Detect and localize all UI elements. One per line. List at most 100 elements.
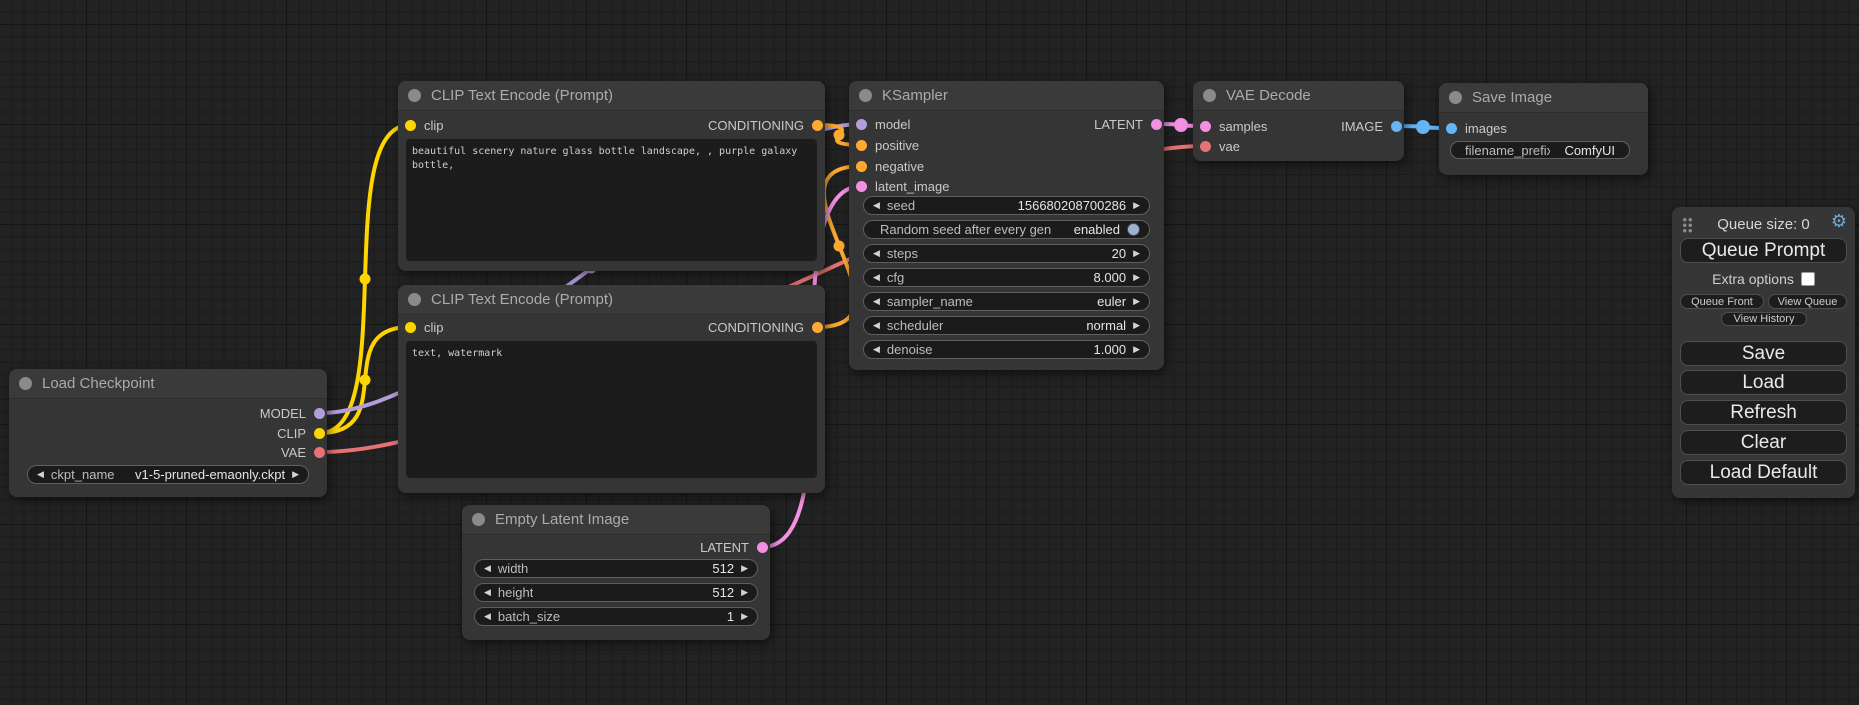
node-save-image[interactable]: Save Image images filename_prefix ComfyU… xyxy=(1439,83,1648,175)
extra-options-checkbox[interactable] xyxy=(1801,272,1815,286)
gear-icon[interactable]: ⚙ xyxy=(1831,212,1847,230)
clear-button[interactable]: Clear xyxy=(1680,430,1847,455)
collapse-dot-icon[interactable] xyxy=(1449,91,1462,104)
prev-arrow-icon[interactable]: ◀ xyxy=(873,272,880,283)
vae-port[interactable] xyxy=(1200,141,1211,152)
view-history-button[interactable]: View History xyxy=(1721,312,1807,326)
conditioning-port[interactable] xyxy=(812,322,823,333)
sampler-name-widget[interactable]: ◀ sampler_name euler ▶ xyxy=(863,292,1150,311)
next-arrow-icon[interactable]: ▶ xyxy=(292,469,299,480)
denoise-widget[interactable]: ◀ denoise 1.000 ▶ xyxy=(863,340,1150,359)
filename-prefix-widget[interactable]: filename_prefix ComfyUI xyxy=(1450,141,1630,159)
toggle-icon[interactable] xyxy=(1127,223,1140,236)
latent-port[interactable] xyxy=(1151,119,1162,130)
next-arrow-icon[interactable]: ▶ xyxy=(741,563,748,574)
next-arrow-icon[interactable]: ▶ xyxy=(1133,200,1140,211)
prev-arrow-icon[interactable]: ◀ xyxy=(484,587,491,598)
node-clip-text-encode-negative[interactable]: CLIP Text Encode (Prompt) clip CONDITION… xyxy=(398,285,825,493)
conditioning-port[interactable] xyxy=(856,140,867,151)
node-ksampler[interactable]: KSampler model positive negative latent_… xyxy=(849,81,1164,370)
clip-port[interactable] xyxy=(405,120,416,131)
random-seed-widget[interactable]: Random seed after every gen enabled xyxy=(863,220,1150,239)
prev-arrow-icon[interactable]: ◀ xyxy=(873,200,880,211)
scheduler-widget[interactable]: ◀ scheduler normal ▶ xyxy=(863,316,1150,335)
latent-port[interactable] xyxy=(1200,121,1211,132)
node-header[interactable]: KSampler xyxy=(849,81,1164,111)
output-clip: CLIP xyxy=(277,425,325,441)
input-images: images xyxy=(1446,120,1507,136)
view-queue-button[interactable]: View Queue xyxy=(1768,294,1847,309)
cfg-widget[interactable]: ◀ cfg 8.000 ▶ xyxy=(863,268,1150,287)
node-header[interactable]: Save Image xyxy=(1439,83,1648,113)
queue-panel[interactable]: Queue size: 0 ⚙ Queue Prompt Extra optio… xyxy=(1672,207,1855,498)
save-button[interactable]: Save xyxy=(1680,341,1847,366)
next-arrow-icon[interactable]: ▶ xyxy=(741,611,748,622)
width-widget[interactable]: ◀ width 512 ▶ xyxy=(474,559,758,578)
vae-port[interactable] xyxy=(314,447,325,458)
prev-arrow-icon[interactable]: ◀ xyxy=(873,344,880,355)
widget-value: 156680208700286 xyxy=(1018,198,1126,213)
latent-port[interactable] xyxy=(856,181,867,192)
node-title: VAE Decode xyxy=(1226,87,1311,104)
next-arrow-icon[interactable]: ▶ xyxy=(1133,344,1140,355)
height-widget[interactable]: ◀ height 512 ▶ xyxy=(474,583,758,602)
image-port[interactable] xyxy=(1391,121,1402,132)
image-port[interactable] xyxy=(1446,123,1457,134)
next-arrow-icon[interactable]: ▶ xyxy=(1133,248,1140,259)
node-header[interactable]: Empty Latent Image xyxy=(462,505,770,535)
node-header[interactable]: CLIP Text Encode (Prompt) xyxy=(398,285,825,315)
prev-arrow-icon[interactable]: ◀ xyxy=(873,248,880,259)
prev-arrow-icon[interactable]: ◀ xyxy=(484,563,491,574)
load-default-button[interactable]: Load Default xyxy=(1680,460,1847,485)
conditioning-port[interactable] xyxy=(812,120,823,131)
queue-prompt-button[interactable]: Queue Prompt xyxy=(1680,238,1847,263)
input-samples: samples xyxy=(1200,118,1267,134)
node-clip-text-encode-positive[interactable]: CLIP Text Encode (Prompt) clip CONDITION… xyxy=(398,81,825,271)
latent-port[interactable] xyxy=(757,542,768,553)
prev-arrow-icon[interactable]: ◀ xyxy=(873,320,880,331)
node-load-checkpoint[interactable]: Load Checkpoint MODEL CLIP VAE ◀ ckpt_na… xyxy=(9,369,327,497)
clip-port[interactable] xyxy=(405,322,416,333)
collapse-dot-icon[interactable] xyxy=(472,513,485,526)
queue-size-label: Queue size: 0 xyxy=(1672,216,1855,233)
next-arrow-icon[interactable]: ▶ xyxy=(741,587,748,598)
input-label: vae xyxy=(1219,139,1240,154)
prev-arrow-icon[interactable]: ◀ xyxy=(37,469,44,480)
prompt-text-area[interactable]: text, watermark xyxy=(406,341,817,478)
node-empty-latent-image[interactable]: Empty Latent Image LATENT ◀ width 512 ▶ … xyxy=(462,505,770,640)
refresh-button[interactable]: Refresh xyxy=(1680,400,1847,425)
model-port[interactable] xyxy=(314,408,325,419)
node-vae-decode[interactable]: VAE Decode samples vae IMAGE xyxy=(1193,81,1404,161)
wire-dot xyxy=(360,274,371,285)
node-header[interactable]: CLIP Text Encode (Prompt) xyxy=(398,81,825,111)
collapse-dot-icon[interactable] xyxy=(408,293,421,306)
input-label: clip xyxy=(424,320,444,335)
node-header[interactable]: Load Checkpoint xyxy=(9,369,327,399)
model-port[interactable] xyxy=(856,119,867,130)
prev-arrow-icon[interactable]: ◀ xyxy=(484,611,491,622)
comfyui-canvas[interactable]: { "colors": { "model": "#b39ddb", "clip"… xyxy=(0,0,1859,705)
collapse-dot-icon[interactable] xyxy=(408,89,421,102)
load-button[interactable]: Load xyxy=(1680,370,1847,395)
next-arrow-icon[interactable]: ▶ xyxy=(1133,320,1140,331)
steps-widget[interactable]: ◀ steps 20 ▶ xyxy=(863,244,1150,263)
prev-arrow-icon[interactable]: ◀ xyxy=(873,296,880,307)
widget-value: v1-5-pruned-emaonly.ckpt xyxy=(135,467,285,482)
node-header[interactable]: VAE Decode xyxy=(1193,81,1404,111)
seed-widget[interactable]: ◀ seed 156680208700286 ▶ xyxy=(863,196,1150,215)
collapse-dot-icon[interactable] xyxy=(1203,89,1216,102)
clip-port[interactable] xyxy=(314,428,325,439)
widget-value: 1.000 xyxy=(1094,342,1127,357)
next-arrow-icon[interactable]: ▶ xyxy=(1133,272,1140,283)
collapse-dot-icon[interactable] xyxy=(859,89,872,102)
batch-size-widget[interactable]: ◀ batch_size 1 ▶ xyxy=(474,607,758,626)
ckpt-name-widget[interactable]: ◀ ckpt_name v1-5-pruned-emaonly.ckpt ▶ xyxy=(27,465,309,484)
conditioning-port[interactable] xyxy=(856,161,867,172)
wire-dot xyxy=(1416,120,1430,134)
widget-label: filename_prefix xyxy=(1465,143,1550,158)
next-arrow-icon[interactable]: ▶ xyxy=(1133,296,1140,307)
prompt-text-area[interactable]: beautiful scenery nature glass bottle la… xyxy=(406,139,817,261)
collapse-dot-icon[interactable] xyxy=(19,377,32,390)
queue-front-button[interactable]: Queue Front xyxy=(1680,294,1764,309)
node-title: Empty Latent Image xyxy=(495,511,629,528)
